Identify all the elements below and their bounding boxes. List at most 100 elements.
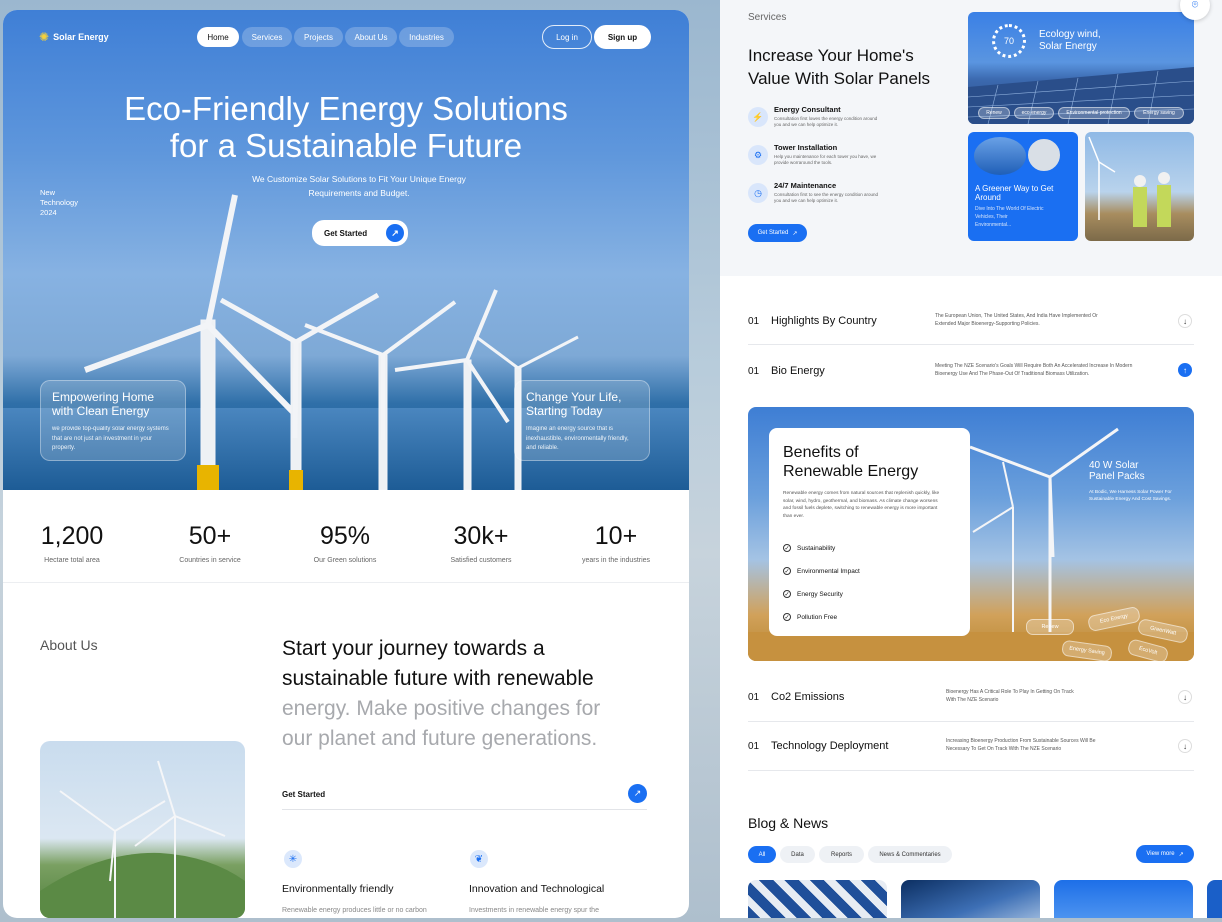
about-heading-dark-line-1: Start your journey towards a [282, 637, 545, 660]
accordion-highlights-by-country[interactable]: 01 Highlights By Country The European Un… [748, 297, 1194, 345]
accordion-technology-deployment[interactable]: 01 Technology Deployment Increasing Bioe… [748, 723, 1194, 771]
accordion-title: Technology Deployment [771, 740, 889, 752]
blog-card-image-4[interactable] [1207, 880, 1222, 918]
accordion-title: Bio Energy [771, 365, 825, 377]
ecology-title-line-2: Solar Energy [1039, 41, 1097, 52]
arrow-up-icon[interactable]: ↑ [1178, 363, 1192, 377]
hero-get-started-button[interactable]: Get Started ↗ [312, 220, 408, 246]
sparkle-icon: ✳ [284, 850, 302, 868]
accordion-description: Bioenergy Has A Critical Role To Play In… [946, 689, 1074, 703]
stat-label: Hectare total area [44, 557, 100, 564]
accordion-title: Highlights By Country [771, 315, 877, 327]
login-button[interactable]: Log in [542, 25, 592, 49]
signup-button[interactable]: Sign up [594, 25, 651, 49]
services-title-line-1: Increase Your Home's [748, 46, 914, 65]
service-energy-consultant-title: Energy Consultant [774, 105, 841, 114]
accordion-description: The European Union, The United States, A… [935, 313, 1098, 327]
benefit-pollution-free: ✓ Pollution Free [783, 613, 837, 621]
blog-tab-reports[interactable]: Reports [819, 846, 864, 863]
benefit-label: Pollution Free [797, 613, 838, 621]
nav-projects[interactable]: Projects [294, 27, 343, 47]
blog-tab-all[interactable]: All [748, 846, 776, 863]
services-title-line-2: Value With Solar Panels [748, 69, 931, 88]
empowering-home-text: we provide top-quality solar energy syst… [52, 426, 169, 451]
stat-label: Countries in service [179, 557, 241, 564]
feature-environmentally-friendly-title: Environmentally friendly [282, 883, 394, 895]
float-tag-renew[interactable]: Renew [1026, 619, 1074, 635]
about-heading-light-line-1: energy. Make positive changes for [282, 697, 601, 720]
sun-icon: ✺ [39, 30, 50, 44]
blog-card-image-2[interactable] [901, 880, 1040, 918]
panel-title-line-2: Panel Packs [1089, 471, 1145, 482]
about-heading-dark-line-2: sustainable future with renewable [282, 667, 594, 690]
blog-card-image-3[interactable] [1054, 880, 1193, 918]
section-divider [3, 582, 689, 583]
clock-icon: ◷ [748, 183, 768, 203]
accordion-number: 01 [748, 316, 760, 327]
view-more-button[interactable]: View more ↗ [1136, 845, 1194, 863]
arrow-up-right-icon: ↗ [1178, 851, 1184, 858]
stat-hectare: 1,200 Hectare total area [12, 522, 132, 564]
arrow-up-right-icon: ↗ [386, 224, 404, 242]
nav-about-us[interactable]: About Us [345, 27, 397, 47]
benefits-title-line-1: Benefits of [783, 444, 859, 461]
ecology-title-line-1: Ecology wind, [1039, 29, 1101, 40]
accordion-co2-emissions[interactable]: 01 Co2 Emissions Bioenergy Has A Critica… [748, 674, 1194, 722]
stat-value: 30k+ [453, 522, 509, 550]
nav-services[interactable]: Services [242, 27, 292, 47]
benefit-sustainability: ✓ Sustainability [783, 544, 835, 552]
solar-panel-packs-text: At Bodic, We Harness Solar Power For Sus… [1089, 490, 1172, 502]
services-get-started-label: Get Started [757, 230, 789, 236]
accordion-title: Co2 Emissions [771, 691, 845, 703]
landing-page-left: ✺ Solar Energy Home Services Projects Ab… [3, 10, 689, 918]
feature-environmentally-friendly-text: Renewable energy produces little or no c… [282, 907, 427, 914]
eco-tag-renew[interactable]: Renew [978, 107, 1010, 119]
eco-tag-environmental-protection[interactable]: Environmental protection [1058, 107, 1130, 119]
about-heading-light-line-2: our planet and future generations. [282, 727, 598, 750]
brand-logo[interactable]: ✺ Solar Energy [39, 30, 109, 44]
service-tower-installation-desc: Help you maintenance for each tower you … [774, 154, 877, 165]
hero-get-started-label: Get Started [324, 228, 368, 238]
eco-tag-energy-saving[interactable]: Energy saving [1134, 107, 1184, 119]
blog-tab-news-commentaries[interactable]: News & Commentaries [868, 846, 952, 863]
arrow-down-icon[interactable]: ↓ [1178, 739, 1192, 753]
accordion-description: Meeting The NZE Scenario's Goals Will Re… [935, 363, 1133, 377]
accordion-bio-energy[interactable]: 01 Bio Energy Meeting The NZE Scenario's… [748, 347, 1194, 395]
arrow-up-right-icon: ↗ [792, 230, 798, 237]
blog-tab-data[interactable]: Data [780, 846, 815, 863]
feature-innovation-text: Investments in renewable energy spur the [469, 907, 599, 914]
stat-label: Our Green solutions [313, 557, 377, 564]
ecology-badge: 70 [992, 24, 1026, 58]
gear-icon: ⚙ [748, 145, 768, 165]
engineers-image [1085, 132, 1194, 241]
services-get-started-button[interactable]: Get Started ↗ [748, 224, 807, 242]
greener-way-card[interactable]: A Greener Way to Get Around Dive Into Th… [968, 132, 1078, 241]
check-circle-icon: ✓ [783, 544, 791, 552]
service-energy-consultant-desc: Consultation first lowes the energy cond… [774, 116, 878, 127]
service-maintenance-title: 24/7 Maintenance [774, 181, 837, 190]
greener-way-title: A Greener Way to Get Around [975, 184, 1054, 202]
new-tech-line-1: New [40, 188, 56, 197]
ecology-wind-card[interactable]: 70 Ecology wind, Solar Energy Renew eco … [968, 12, 1194, 124]
about-get-started-link[interactable]: Get Started ↗ [282, 782, 647, 810]
view-more-label: View more [1146, 851, 1175, 857]
turbine-thumbnail-2 [1026, 137, 1062, 173]
lightning-icon: ⚡ [748, 107, 768, 127]
check-circle-icon: ✓ [783, 590, 791, 598]
eco-tag-eco-energy[interactable]: eco energy [1014, 107, 1054, 119]
stat-countries: 50+ Countries in service [150, 522, 270, 564]
benefit-label: Sustainability [797, 544, 836, 552]
stat-value: 1,200 [40, 522, 104, 550]
stat-green-solutions: 95% Our Green solutions [285, 522, 405, 564]
service-tower-installation-title: Tower Installation [774, 143, 838, 152]
greener-way-text: Dive Into The World Of Electric Vehicles… [975, 206, 1044, 228]
arrow-down-icon[interactable]: ↓ [1178, 690, 1192, 704]
arrow-down-icon[interactable]: ↓ [1178, 314, 1192, 328]
leaf-icon: ❦ [470, 850, 488, 868]
accordion-number: 01 [748, 692, 760, 703]
blog-card-image-1[interactable] [748, 880, 887, 918]
nav-industries[interactable]: Industries [399, 27, 454, 47]
hero-subtitle-line-1: We Customize Solar Solutions to Fit Your… [252, 174, 466, 184]
nav-home[interactable]: Home [197, 27, 239, 47]
turbine-thumbnail-1 [974, 137, 1026, 175]
